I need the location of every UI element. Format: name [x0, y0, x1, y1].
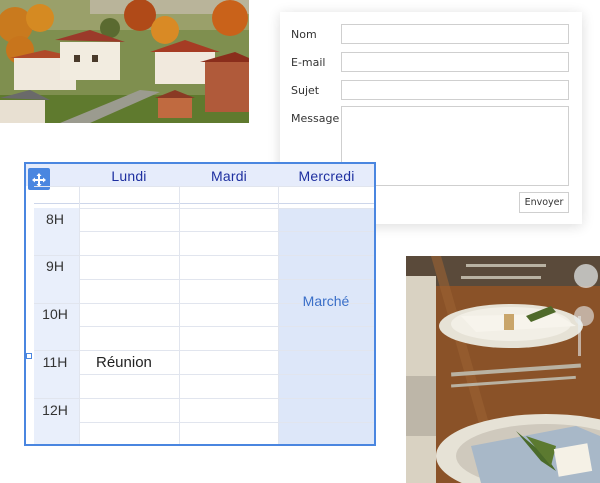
grid-line [34, 255, 374, 256]
hour-label-8h: 8H [46, 211, 64, 227]
weekly-schedule: Lundi Mardi Mercredi 8H 9H 10H 11H 12H R… [24, 162, 376, 446]
header-divider [34, 186, 374, 187]
grid-line [79, 279, 374, 280]
email-field[interactable] [341, 52, 569, 72]
hour-label-10h: 10H [42, 306, 68, 322]
email-label: E-mail [291, 56, 326, 69]
grid-line [79, 186, 80, 444]
grid-line [179, 186, 180, 444]
table-setting-photo [406, 256, 600, 483]
message-label: Message [291, 112, 340, 125]
grid-line [79, 208, 374, 209]
event-marche[interactable]: Marché [278, 293, 374, 309]
grid-line [79, 231, 374, 232]
day-header-lundi: Lundi [111, 168, 147, 184]
name-field[interactable] [341, 24, 569, 44]
name-label: Nom [291, 28, 317, 41]
day-header-mardi: Mardi [210, 168, 247, 184]
hour-label-9h: 9H [46, 258, 64, 274]
hour-label-12h: 12H [42, 402, 68, 418]
grid-line [34, 350, 374, 351]
event-reunion[interactable]: Réunion [96, 354, 152, 371]
header-bottom-line [34, 203, 374, 204]
grid-line [79, 326, 374, 327]
village-photo [0, 0, 249, 123]
grid-line [79, 374, 374, 375]
day-header-mercredi: Mercredi [298, 168, 355, 184]
hour-label-11h: 11H [42, 354, 68, 370]
subject-label: Sujet [291, 84, 320, 97]
resize-handle[interactable] [26, 353, 32, 359]
submit-button[interactable]: Envoyer [519, 192, 569, 213]
grid-line [79, 422, 374, 423]
grid-line [278, 186, 279, 444]
subject-field[interactable] [341, 80, 569, 100]
grid-line [34, 398, 374, 399]
